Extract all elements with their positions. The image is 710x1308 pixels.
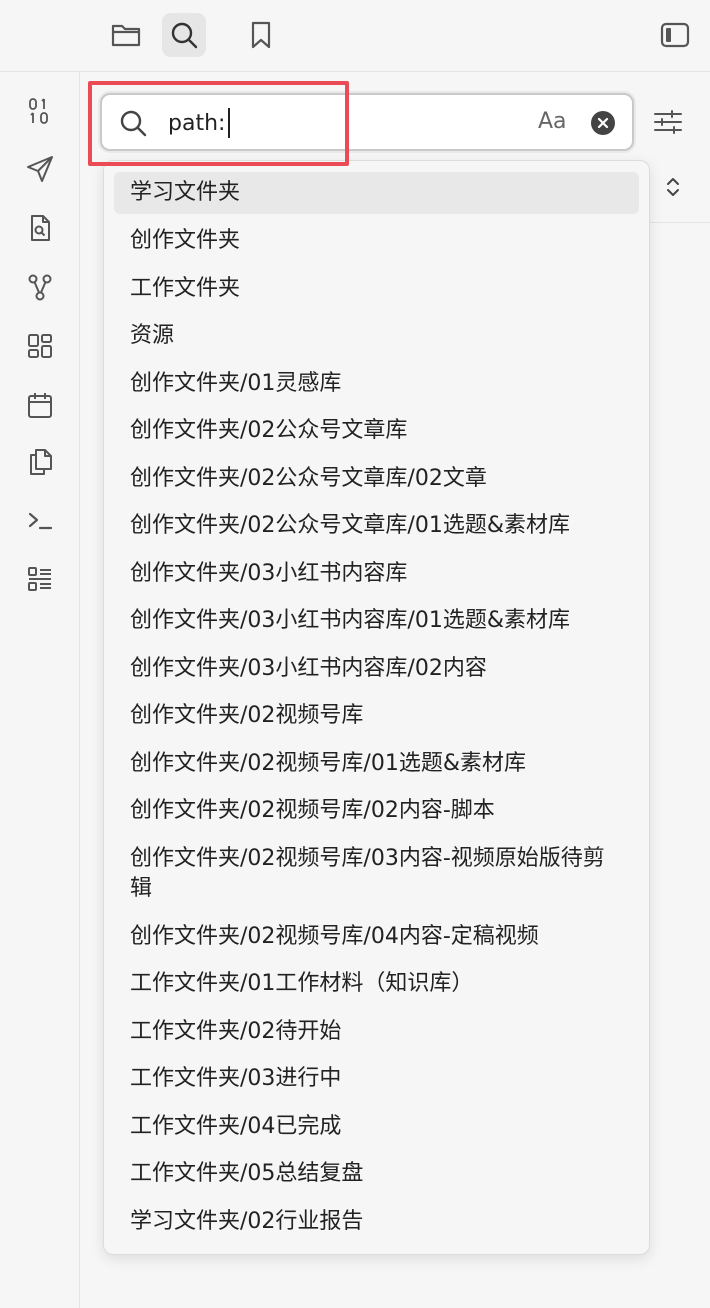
suggestion-item[interactable]: 创作文件夹/03小红书内容库/02内容 — [114, 648, 639, 690]
search-tab[interactable] — [162, 13, 206, 57]
suggestion-item[interactable]: 学习文件夹/02行业报告 — [114, 1201, 639, 1243]
top-toolbar — [0, 0, 710, 72]
graph-button[interactable] — [20, 267, 60, 307]
suggestion-item[interactable]: 创作文件夹/02公众号文章库/02文章 — [114, 458, 639, 500]
suggestion-item[interactable]: 创作文件夹/02视频号库 — [114, 695, 639, 737]
search-icon — [171, 22, 198, 49]
suggestion-item[interactable]: 资源 — [114, 315, 639, 357]
sidebar-toggle-icon — [660, 22, 690, 48]
suggestion-item[interactable]: 创作文件夹 — [114, 220, 639, 262]
suggestion-item[interactable]: 创作文件夹/02公众号文章库/01选题&素材库 — [114, 505, 639, 547]
terminal-button[interactable] — [20, 501, 60, 541]
suggestion-item[interactable]: 创作文件夹/01灵感库 — [114, 363, 639, 405]
suggestion-item[interactable]: 创作文件夹/03小红书内容库 — [114, 553, 639, 595]
suggestion-item[interactable]: 工作文件夹/05总结复盘 — [114, 1153, 639, 1195]
match-case-button[interactable]: Aa — [538, 109, 567, 134]
send-icon — [27, 156, 53, 182]
file-search-button[interactable] — [20, 208, 60, 248]
chevron-up-down-icon — [667, 178, 679, 196]
binary-button[interactable] — [20, 91, 60, 131]
folder-icon — [111, 24, 141, 47]
suggestion-item[interactable]: 工作文件夹/02待开始 — [114, 1011, 639, 1053]
copy-files-button[interactable] — [20, 442, 60, 482]
search-box[interactable]: Aa — [100, 93, 634, 151]
left-ribbon — [0, 72, 80, 1308]
files-tab[interactable] — [104, 13, 148, 57]
suggestion-item[interactable]: 工作文件夹 — [114, 268, 639, 310]
suggestion-item[interactable]: 创作文件夹/02视频号库/01选题&素材库 — [114, 743, 639, 785]
file-search-icon — [31, 215, 50, 241]
suggestion-item[interactable]: 创作文件夹/02视频号库/02内容-脚本 — [114, 790, 639, 832]
send-button[interactable] — [20, 149, 60, 189]
suggestion-item[interactable]: 创作文件夹/02视频号库/03内容-视频原始版待剪辑 — [114, 838, 639, 910]
calendar-icon — [28, 393, 52, 418]
layout-grid-icon — [28, 334, 52, 358]
clear-search-button[interactable] — [591, 111, 615, 135]
path-suggestions-dropdown: 学习文件夹 创作文件夹 工作文件夹 资源 创作文件夹/01灵感库 创作文件夹/0… — [103, 160, 650, 1255]
sort-toggle-button[interactable] — [660, 172, 686, 202]
suggestion-item[interactable]: 创作文件夹/02公众号文章库 — [114, 410, 639, 452]
sidebar-toggle-button[interactable] — [653, 13, 697, 57]
search-input[interactable] — [168, 107, 498, 139]
suggestion-item[interactable]: 工作文件夹/01工作材料（知识库） — [114, 963, 639, 1005]
graph-icon — [28, 274, 52, 301]
layout-button[interactable] — [20, 326, 60, 366]
close-icon — [597, 117, 609, 129]
copy-files-icon — [30, 449, 52, 475]
calendar-button[interactable] — [20, 385, 60, 425]
search-settings-button[interactable] — [648, 102, 688, 142]
terminal-icon — [28, 512, 53, 530]
list-icon — [28, 567, 51, 591]
suggestion-item[interactable]: 创作文件夹/03小红书内容库/01选题&素材库 — [114, 600, 639, 642]
binary-icon — [29, 98, 48, 124]
suggestion-list: 学习文件夹 创作文件夹 工作文件夹 资源 创作文件夹/01灵感库 创作文件夹/0… — [104, 161, 649, 1254]
sliders-icon — [654, 110, 682, 134]
suggestion-item[interactable]: 工作文件夹/04已完成 — [114, 1106, 639, 1148]
bookmark-icon — [251, 21, 271, 49]
list-button[interactable] — [20, 559, 60, 599]
search-icon — [120, 110, 147, 137]
results-header-divider — [650, 222, 710, 223]
bookmarks-tab[interactable] — [239, 13, 283, 57]
suggestion-item[interactable]: 创作文件夹/02视频号库/04内容-定稿视频 — [114, 916, 639, 958]
suggestion-item[interactable]: 学习文件夹 — [114, 172, 639, 214]
text-caret — [228, 108, 230, 138]
suggestion-item[interactable]: 工作文件夹/03进行中 — [114, 1058, 639, 1100]
